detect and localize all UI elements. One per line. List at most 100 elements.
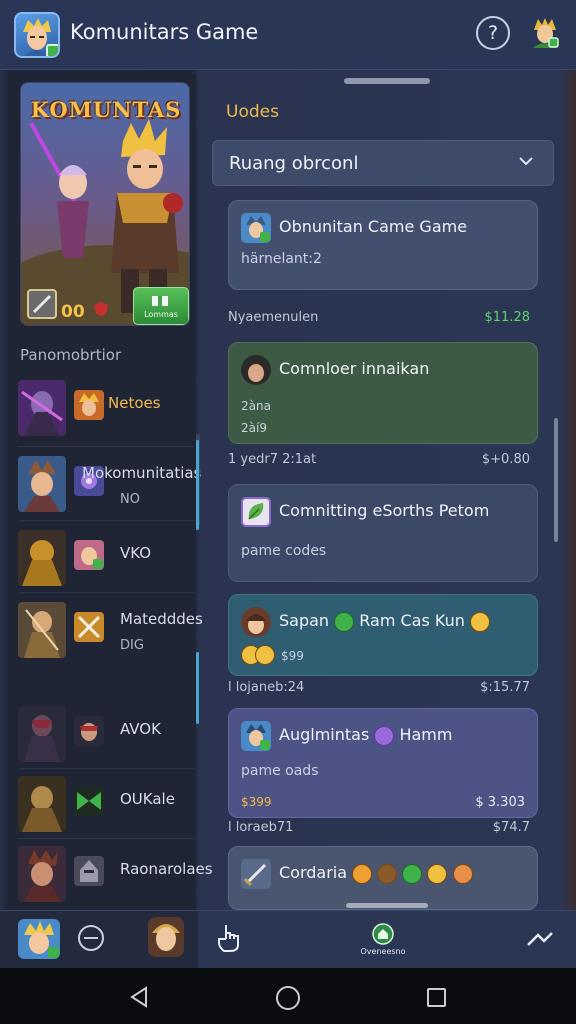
compass-icon[interactable] bbox=[78, 925, 104, 951]
divider bbox=[18, 592, 194, 593]
app-title: Komunitars Game bbox=[70, 20, 259, 44]
game-card[interactable]: Sapan Ram Cas Kun $99 bbox=[228, 594, 538, 676]
list-item[interactable]: Matedddes DIG bbox=[16, 602, 203, 664]
card-price: $399 bbox=[241, 795, 272, 809]
card-price: $ 3.303 bbox=[475, 795, 525, 810]
hero-avatar-icon bbox=[241, 721, 271, 751]
back-icon[interactable] bbox=[128, 986, 150, 1008]
profile-icon[interactable] bbox=[530, 16, 560, 48]
card-subtitle: härnelant:2 bbox=[241, 251, 322, 267]
game-card[interactable]: Cordaria bbox=[228, 846, 538, 910]
meta-price: $+0.80 bbox=[481, 452, 530, 467]
top-bar: Komunitars Game ? bbox=[0, 0, 576, 70]
meta-label: l lojaneb:24 bbox=[228, 680, 305, 695]
card-subtitle: 2àna bbox=[241, 399, 271, 413]
card-title: Obnunitan Came Game bbox=[279, 217, 468, 236]
card-subtitle: 2àí9 bbox=[241, 421, 267, 435]
featured-banner[interactable]: KOMUNTAS 00 Lommas bbox=[20, 82, 190, 326]
list-item-label: AVOK bbox=[120, 720, 161, 738]
card-title-text: Cordaria bbox=[279, 863, 348, 882]
help-icon[interactable]: ? bbox=[476, 16, 510, 50]
warrior-icon bbox=[74, 390, 104, 420]
card-title: Comnloer innaikan bbox=[279, 359, 430, 378]
card-subtitle: pame codes bbox=[241, 543, 327, 559]
hero-thumbnail bbox=[18, 530, 66, 586]
list-item[interactable]: Mokomunitatias NO bbox=[16, 456, 201, 518]
scroll-accent bbox=[196, 652, 199, 724]
hero-avatar-icon bbox=[241, 213, 271, 243]
meta-price: $74.7 bbox=[492, 820, 530, 835]
divider bbox=[18, 838, 194, 839]
banner-count: 00 bbox=[61, 302, 85, 322]
game-card[interactable]: Auglmintas Hamm pame oads $399 $ 3.303 bbox=[228, 708, 538, 818]
archer-icon bbox=[74, 540, 104, 570]
card-title-text: Hamm bbox=[399, 725, 453, 744]
card-title: Sapan Ram Cas Kun bbox=[279, 611, 490, 632]
shield-icon bbox=[94, 302, 108, 316]
hero-thumbnail bbox=[18, 602, 66, 658]
divider bbox=[18, 768, 194, 769]
leaf-icon bbox=[241, 497, 271, 527]
emoji-icon bbox=[352, 863, 373, 884]
room-dropdown[interactable]: Ruang obrconl bbox=[212, 140, 554, 186]
right-panel: Uodes Ruang obrconl Obnunitan Came Game … bbox=[200, 74, 566, 910]
card-subtitle: pame oads bbox=[241, 763, 319, 779]
list-item[interactable]: OUKale bbox=[16, 776, 192, 838]
scroll-accent bbox=[196, 440, 199, 530]
gift-icon bbox=[152, 296, 168, 306]
home-tab-icon[interactable] bbox=[372, 923, 394, 945]
divider bbox=[18, 520, 194, 521]
hero-thumbnail bbox=[18, 380, 66, 436]
card-title-text: Ram Cas Kun bbox=[359, 611, 465, 630]
game-card[interactable]: Comnitting eSorths Petom pame codes bbox=[228, 484, 538, 582]
list-item-label: VKO bbox=[120, 544, 152, 562]
app-screen: Komunitars Game ? KOMUNTAS 00 Lommas Pan… bbox=[0, 0, 576, 1024]
hand-tap-icon[interactable] bbox=[216, 923, 242, 953]
purple-gem-icon bbox=[374, 725, 395, 746]
green-gem-icon bbox=[334, 611, 355, 632]
list-item[interactable]: Netoes bbox=[16, 380, 192, 442]
recent-apps-icon[interactable] bbox=[427, 988, 446, 1007]
left-panel: KOMUNTAS 00 Lommas Panomobrtior Netoes M… bbox=[8, 74, 213, 910]
list-item[interactable]: AVOK bbox=[16, 706, 192, 768]
list-item-label: Matedddes bbox=[120, 610, 203, 628]
share-icon[interactable] bbox=[526, 927, 554, 949]
list-item-label: OUKale bbox=[120, 790, 175, 808]
meta-price: $11.28 bbox=[484, 310, 531, 325]
right-scrollbar[interactable] bbox=[554, 418, 558, 542]
nav-hero-avatar[interactable] bbox=[18, 919, 60, 959]
game-card[interactable]: Obnunitan Came Game härnelant:2 bbox=[228, 200, 538, 290]
emerald-icon bbox=[74, 786, 104, 816]
meta-label: l loraeb71 bbox=[228, 820, 294, 835]
hero-thumbnail bbox=[18, 846, 66, 902]
sword-icon bbox=[27, 289, 57, 319]
knight-icon bbox=[74, 856, 104, 886]
emoji-icon bbox=[427, 863, 448, 884]
section-label: Panomobrtior bbox=[20, 346, 122, 364]
nav-profile-avatar[interactable] bbox=[148, 917, 184, 957]
list-item[interactable]: VKO bbox=[16, 530, 192, 592]
list-item-label: Raonarolaes bbox=[120, 860, 213, 878]
game-card[interactable]: Comnloer innaikan 2àna 2àí9 bbox=[228, 342, 538, 444]
smiley-face-icon bbox=[255, 645, 275, 665]
meta-price: $:15.77 bbox=[480, 680, 530, 695]
list-item[interactable]: Raonarolaes bbox=[16, 846, 213, 908]
card-title: Auglmintas Hamm bbox=[279, 725, 452, 746]
banner-title: KOMUNTAS bbox=[30, 97, 182, 122]
list-item-label: Mokomunitatias bbox=[82, 464, 202, 482]
chevron-down-icon bbox=[519, 157, 533, 166]
meta-label: Nyaemenulen bbox=[228, 310, 319, 325]
nav-tab-label: Oveneesno bbox=[360, 947, 406, 956]
emoji-icon bbox=[452, 863, 473, 884]
emoji-icon bbox=[402, 863, 423, 884]
card-title: Cordaria bbox=[279, 863, 473, 884]
assassin-icon bbox=[74, 716, 104, 746]
drag-handle[interactable] bbox=[344, 78, 430, 84]
home-icon[interactable] bbox=[276, 986, 300, 1010]
card-subtitle: $99 bbox=[281, 649, 304, 663]
card-title-text: Sapan bbox=[279, 611, 330, 630]
card-title: Comnitting eSorths Petom bbox=[279, 501, 490, 520]
meta-label: 1 yedr7 2:1at bbox=[228, 452, 317, 467]
emoji-icon bbox=[377, 863, 398, 884]
app-avatar[interactable] bbox=[14, 12, 60, 58]
